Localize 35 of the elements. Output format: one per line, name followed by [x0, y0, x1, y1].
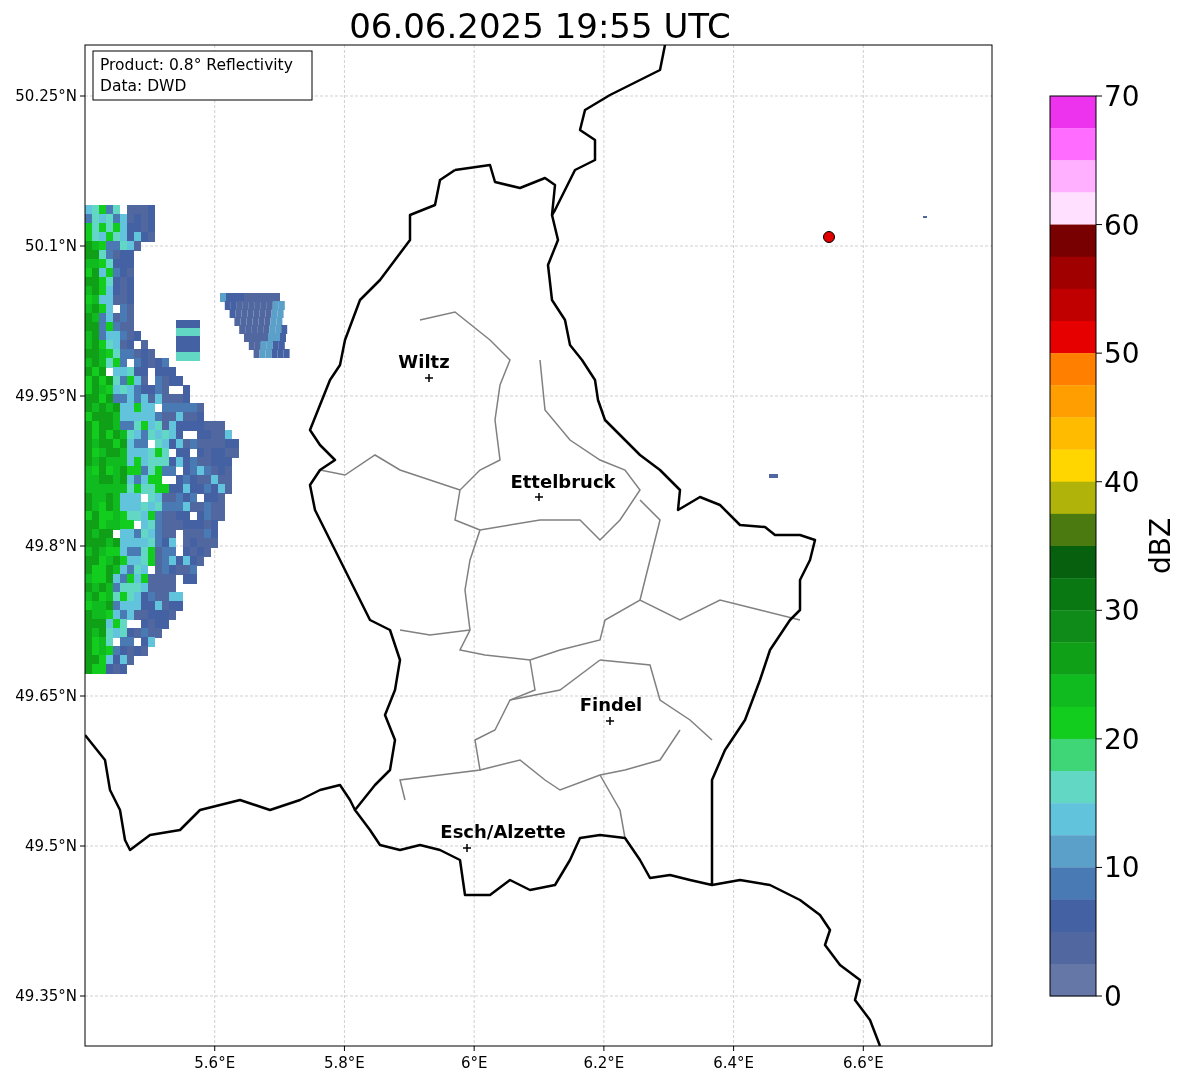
city-label: Ettelbruck	[510, 471, 616, 492]
radar-site-marker	[823, 231, 835, 243]
x-tick-label: 6.6°E	[842, 1054, 884, 1072]
colorbar-tick-label: 70	[1104, 80, 1140, 113]
city-marker-icon	[605, 716, 615, 726]
y-tick-label: 49.5°N	[24, 837, 77, 855]
chart-title: 06.06.2025 19:55 UTC	[349, 6, 731, 46]
city-marker-icon	[424, 373, 434, 383]
city-marker-icon	[462, 843, 472, 853]
colorbar-tick-label: 20	[1104, 722, 1140, 756]
legend-text: Data: DWD	[100, 77, 187, 95]
city-label: Findel	[579, 694, 643, 715]
y-tick-label: 49.35°N	[15, 987, 77, 1005]
x-tick-label: 5.6°E	[194, 1054, 236, 1072]
radar-speck-icon	[769, 474, 778, 478]
y-tick-label: 49.8°N	[24, 537, 77, 555]
colorbar-tick-label: 60	[1104, 208, 1140, 242]
y-tick-label: 50.1°N	[24, 237, 77, 255]
colorbar-tick-label: 40	[1104, 465, 1140, 499]
y-tick-label: 49.95°N	[15, 387, 77, 405]
legend-text: Product: 0.8° Reflectivity	[100, 56, 293, 74]
x-tick-label: 6.2°E	[583, 1054, 625, 1072]
colorbar-tick-label: 10	[1104, 851, 1140, 885]
y-tick-label: 50.25°N	[15, 87, 77, 105]
city-label: Esch/Alzette	[440, 821, 566, 842]
colorbar-tick-label: 50	[1104, 337, 1140, 371]
colorbar-tick-label: 30	[1104, 594, 1140, 628]
x-tick-label: 6°E	[460, 1054, 488, 1072]
x-tick-label: 5.8°E	[324, 1054, 365, 1072]
y-tick-label: 49.65°N	[15, 687, 77, 705]
city-label: Wiltz	[398, 351, 450, 372]
city-marker-icon	[534, 492, 544, 502]
x-tick-label: 6.4°E	[713, 1054, 754, 1072]
colorbar-label: dBZ	[1144, 517, 1177, 575]
colorbar-tick-label: 0	[1104, 980, 1122, 1013]
